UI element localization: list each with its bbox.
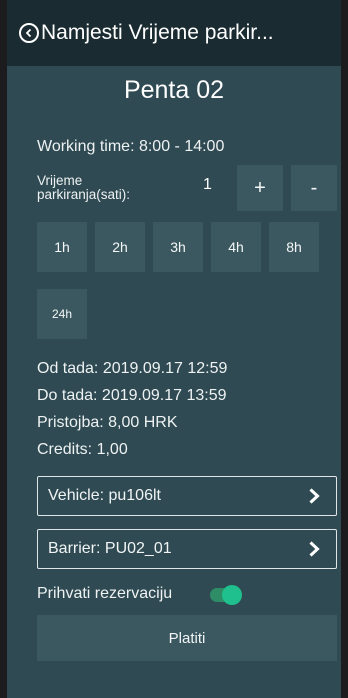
duration-label: Vrijeme parkiranja(sati): <box>37 173 131 202</box>
app-screen: Namjesti Vrijeme parkir... Penta 02 Work… <box>0 0 348 698</box>
credits: Credits: 1,00 <box>37 441 128 458</box>
barrier-label: Barrier: PU02_01 <box>48 540 172 557</box>
preset-1h-button[interactable]: 1h <box>37 222 87 272</box>
reservation-label: Prihvati rezervaciju <box>37 585 173 602</box>
chevron-right-icon <box>309 541 320 557</box>
to-time: Do tada: 2019.09.17 13:59 <box>37 387 227 404</box>
working-time: Working time: 8:00 - 14:00 <box>37 138 225 155</box>
decrease-hours-button[interactable]: - <box>291 165 337 211</box>
preset-24h-button[interactable]: 24h <box>37 289 87 339</box>
fee: Pristojba: 8,00 HRK <box>37 414 178 431</box>
preset-3h-button[interactable]: 3h <box>153 222 203 272</box>
pay-button[interactable]: Platiti <box>37 615 337 661</box>
preset-8h-button[interactable]: 8h <box>269 222 319 272</box>
page-title: Namjesti Vrijeme parkir... <box>41 21 274 44</box>
preset-4h-button[interactable]: 4h <box>211 222 261 272</box>
increase-hours-button[interactable]: + <box>237 165 283 211</box>
vehicle-label: Vehicle: pu106lt <box>48 487 161 504</box>
duration-value: 1 <box>203 176 212 193</box>
station-name: Penta 02 <box>123 76 225 104</box>
reservation-toggle[interactable] <box>210 585 242 605</box>
title-bar: Namjesti Vrijeme parkir... <box>7 0 341 66</box>
chevron-right-icon <box>309 488 320 504</box>
barrier-selector[interactable]: Barrier: PU02_01 <box>37 529 337 569</box>
from-time: Od tada: 2019.09.17 12:59 <box>37 360 228 377</box>
preset-2h-button[interactable]: 2h <box>95 222 145 272</box>
back-icon[interactable] <box>19 23 39 43</box>
toggle-knob <box>222 585 242 605</box>
vehicle-selector[interactable]: Vehicle: pu106lt <box>37 476 337 516</box>
